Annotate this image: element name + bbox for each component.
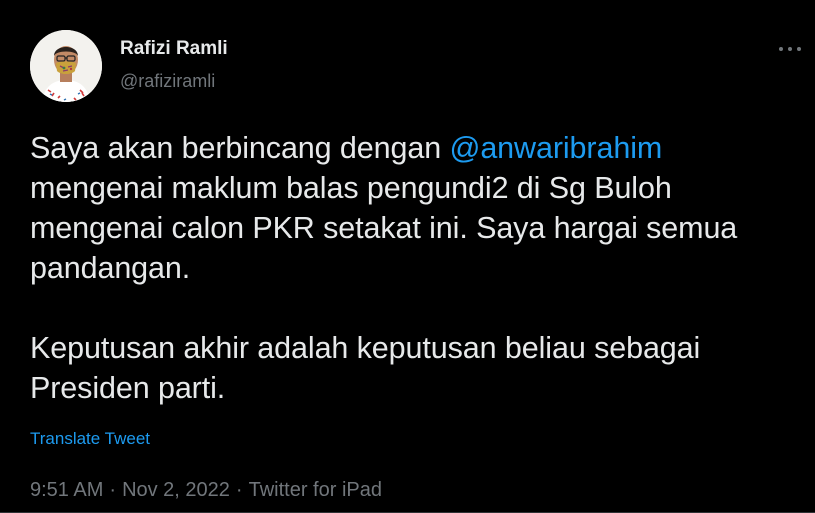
tweet-text: Saya akan berbincang dengan @anwaribrahi… — [30, 128, 800, 408]
mention-link[interactable]: @anwaribrahim — [449, 131, 662, 165]
tweet-meta: 9:51 AM · Nov 2, 2022 · Twitter for iPad — [30, 478, 382, 502]
author-handle[interactable]: @rafiziramli — [120, 70, 215, 92]
more-options-button[interactable] — [770, 34, 810, 64]
tweet-date[interactable]: Nov 2, 2022 — [122, 479, 230, 501]
meta-separator: · — [109, 479, 117, 501]
tweet-text-segment: Saya akan berbincang dengan — [30, 131, 450, 165]
author-display-name[interactable]: Rafizi Ramli — [120, 38, 228, 60]
tweet-text-segment: mengenai maklum balas pengundi2 di Sg Bu… — [30, 171, 738, 285]
tweet-card: Rafizi Ramli @rafiziramli Saya akan berb… — [0, 0, 815, 513]
more-horizontal-icon — [777, 47, 804, 51]
translate-tweet-link[interactable]: Translate Tweet — [30, 428, 150, 450]
tweet-paragraph: Saya akan berbincang dengan @anwaribrahi… — [30, 128, 800, 288]
avatar[interactable] — [30, 30, 102, 102]
tweet-paragraph: Keputusan akhir adalah keputusan beliau … — [30, 331, 701, 405]
profile-photo-icon — [30, 30, 102, 102]
tweet-source[interactable]: Twitter for iPad — [249, 479, 382, 501]
tweet-time[interactable]: 9:51 AM — [30, 479, 103, 501]
meta-separator: · — [235, 479, 243, 501]
